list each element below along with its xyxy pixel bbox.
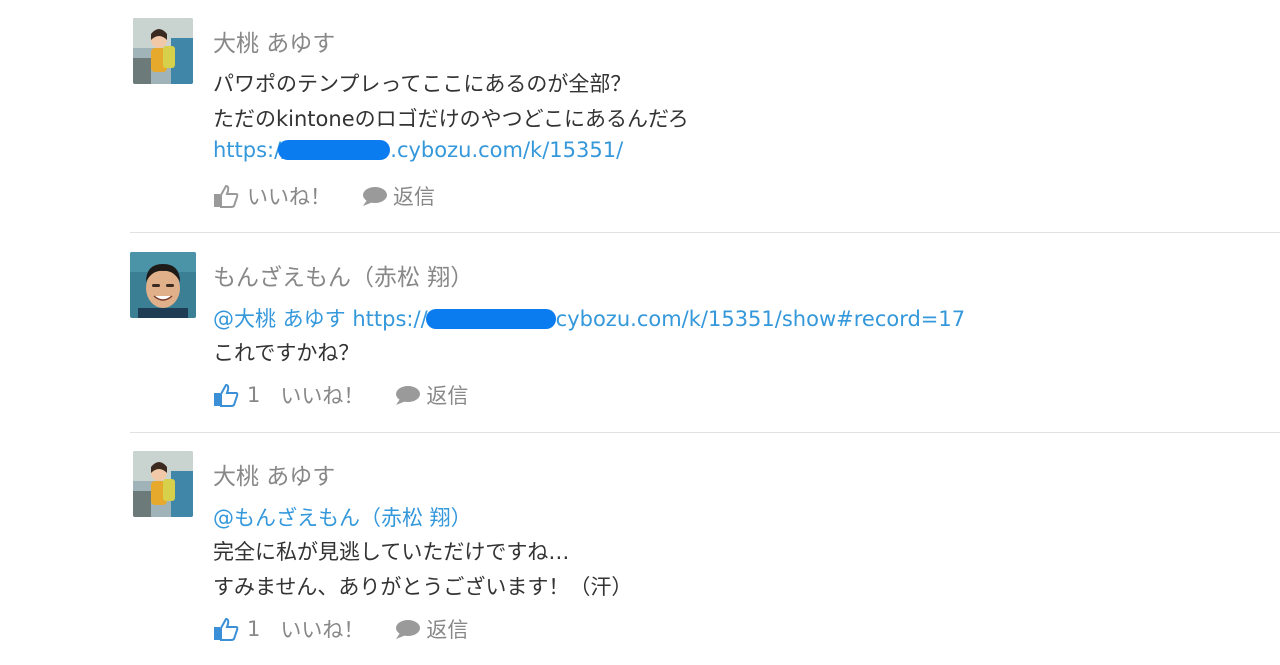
comment-text-line: これですかね？: [213, 341, 360, 365]
speech-bubble-icon[interactable]: [394, 384, 421, 406]
link-prefix: https://: [352, 307, 428, 331]
link-suffix: cybozu.com/k/15351/show#record=17: [555, 307, 966, 331]
comment-author[interactable]: 大桃 あゆす: [213, 457, 335, 491]
speech-bubble-icon[interactable]: [361, 185, 387, 207]
avatar-photo-icon: [133, 18, 193, 84]
reply-button[interactable]: 返信: [426, 614, 468, 644]
avatar-ayusu[interactable]: [133, 18, 193, 84]
like-count: 1: [247, 617, 261, 641]
reply-button[interactable]: 返信: [393, 181, 435, 211]
speech-bubble-icon[interactable]: [394, 618, 421, 640]
avatar-photo-icon: [130, 252, 196, 318]
divider: [130, 232, 1280, 233]
thumbs-up-icon[interactable]: [213, 617, 239, 641]
comment-author[interactable]: 大桃 あゆす: [213, 24, 335, 58]
comment-text-line: ただのkintoneのロゴだけのやつどこにあるんだろ: [213, 107, 689, 131]
like-button[interactable]: いいね！: [280, 614, 364, 644]
comment-link[interactable]: https:// .cybozu.com/k/15351/: [213, 138, 623, 162]
thumbs-up-icon[interactable]: [213, 383, 239, 407]
redacted-block: [425, 309, 556, 329]
comment-actions: 1 いいね！ 返信: [213, 380, 468, 410]
comment-text-line: 完全に私が見逃していただけですね…: [213, 540, 570, 564]
divider: [130, 432, 1280, 433]
avatar-photo-icon: [133, 451, 193, 517]
comment-link[interactable]: @大桃 あゆす https:// cybozu.com/k/15351/show#…: [213, 303, 965, 333]
comment-text-line: すみません、ありがとうございます！（汗）: [213, 575, 633, 599]
like-button[interactable]: いいね！: [280, 380, 364, 410]
reply-button[interactable]: 返信: [426, 380, 468, 410]
avatar-ayusu[interactable]: [133, 451, 193, 517]
mention[interactable]: @大桃 あゆす: [213, 307, 346, 331]
mention[interactable]: @もんざえもん（赤松 翔）: [213, 502, 472, 532]
comment-actions: 1 いいね！ 返信: [213, 614, 468, 644]
redacted-block: [278, 140, 391, 160]
avatar-monzaemon[interactable]: [130, 252, 196, 318]
link-suffix: .cybozu.com/k/15351/: [390, 138, 624, 162]
like-button[interactable]: いいね！: [247, 181, 331, 211]
link-prefix: https://: [213, 138, 289, 162]
thumbs-up-icon[interactable]: [213, 184, 239, 208]
comment-text-line: パワポのテンプレってここにあるのが全部？: [213, 72, 632, 96]
comment-author[interactable]: もんざえもん（赤松 翔）: [213, 258, 473, 292]
comment-actions: いいね！ 返信: [213, 181, 435, 211]
like-count: 1: [247, 383, 261, 407]
